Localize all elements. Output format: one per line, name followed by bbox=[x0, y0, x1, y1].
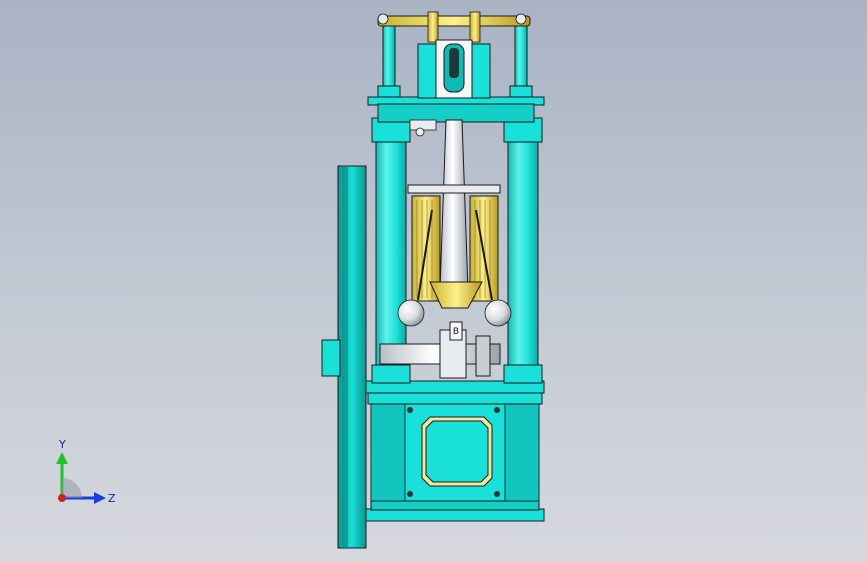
connecting-rod[interactable] bbox=[439, 119, 469, 291]
y-axis-label: Y bbox=[58, 438, 66, 451]
origin-dot-icon bbox=[58, 494, 66, 502]
flywheel[interactable] bbox=[321, 165, 367, 549]
3d-viewport[interactable]: B Y Z bbox=[0, 0, 867, 562]
engine-base[interactable] bbox=[365, 380, 545, 522]
y-axis-arrow-icon bbox=[56, 452, 68, 464]
left-column[interactable] bbox=[371, 21, 411, 384]
crosshead-assembly[interactable] bbox=[377, 11, 531, 99]
z-axis-arrow-icon bbox=[94, 492, 106, 504]
right-column[interactable] bbox=[503, 21, 543, 384]
engine-model[interactable]: B bbox=[0, 0, 867, 562]
axis-triad: Y Z bbox=[56, 438, 116, 505]
z-axis-label: Z bbox=[108, 492, 116, 505]
svg-text:B: B bbox=[453, 327, 459, 337]
triad-plane-icon bbox=[62, 478, 82, 498]
